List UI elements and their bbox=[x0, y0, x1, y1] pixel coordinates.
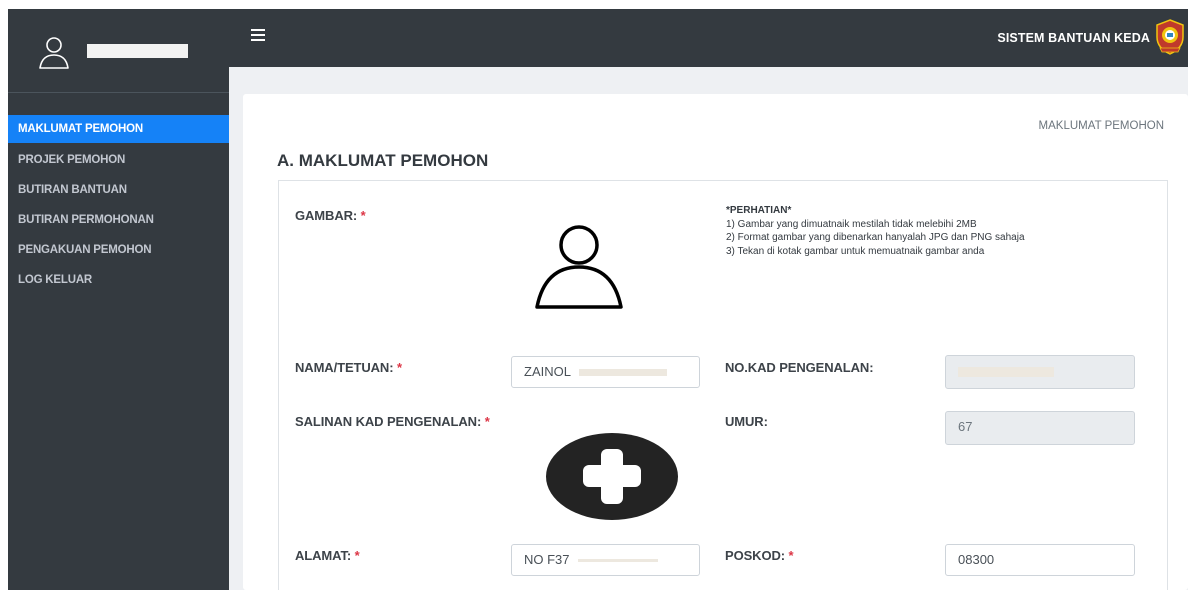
required-mark: * bbox=[360, 208, 366, 223]
sidebar-nav: MAKLUMAT PEMOHON PROJEK PEMOHON BUTIRAN … bbox=[8, 115, 229, 295]
upload-notice: *PERHATIAN* 1) Gambar yang dimuatnaik me… bbox=[726, 204, 1056, 258]
required-mark: * bbox=[484, 414, 490, 429]
app-frame: MAKLUMAT PEMOHON PROJEK PEMOHON BUTIRAN … bbox=[8, 9, 1188, 590]
notice-line-1: 1) Gambar yang dimuatnaik mestilah tidak… bbox=[726, 218, 977, 230]
nama-label: NAMA/TETUAN: * bbox=[295, 360, 402, 375]
required-mark: * bbox=[788, 548, 794, 563]
poskod-label: POSKOD: * bbox=[725, 548, 794, 563]
topbar: SISTEM BANTUAN KEDA bbox=[229, 9, 1188, 67]
nama-input[interactable]: ZAINOL bbox=[511, 356, 700, 388]
gambar-label: GAMBAR: * bbox=[295, 208, 366, 223]
sidebar-item-maklumat-pemohon[interactable]: MAKLUMAT PEMOHON bbox=[8, 115, 229, 143]
app-title: SISTEM BANTUAN KEDA bbox=[997, 31, 1150, 45]
umur-value: 67 bbox=[958, 419, 973, 434]
sidebar-item-projek-pemohon[interactable]: PROJEK PEMOHON bbox=[8, 145, 229, 175]
umur-label: UMUR: bbox=[725, 414, 768, 429]
alamat-redacted bbox=[577, 559, 658, 563]
umur-field[interactable]: 67 bbox=[945, 411, 1135, 445]
salinan-ic-label: SALINAN KAD PENGENALAN: * bbox=[295, 414, 490, 429]
photo-upload-placeholder-icon[interactable] bbox=[531, 221, 627, 309]
nama-redacted bbox=[578, 369, 667, 377]
required-mark: * bbox=[396, 360, 402, 375]
alamat-value: NO F37 bbox=[524, 552, 570, 567]
notice-title: *PERHATIAN* bbox=[726, 205, 792, 216]
alamat-label: ALAMAT: * bbox=[295, 548, 360, 563]
applicant-form: GAMBAR: * *PERHATIAN* 1) Gambar yang dim… bbox=[278, 180, 1168, 590]
sidebar-item-log-keluar[interactable]: LOG KELUAR bbox=[8, 265, 229, 295]
add-upload-icon[interactable] bbox=[546, 433, 678, 520]
ic-number-field[interactable] bbox=[945, 355, 1135, 389]
ic-number-redacted bbox=[958, 366, 1054, 377]
sidebar: MAKLUMAT PEMOHON PROJEK PEMOHON BUTIRAN … bbox=[8, 9, 229, 590]
sidebar-item-butiran-bantuan[interactable]: BUTIRAN BANTUAN bbox=[8, 175, 229, 205]
sidebar-item-butiran-permohonan[interactable]: BUTIRAN PERMOHONAN bbox=[8, 205, 229, 235]
notice-line-3: 3) Tekan di kotak gambar untuk memuatnai… bbox=[726, 245, 985, 257]
alamat-input[interactable]: NO F37 bbox=[511, 544, 700, 576]
user-outline-icon bbox=[39, 37, 69, 69]
ic-label: NO.KAD PENGENALAN: bbox=[725, 360, 874, 375]
main-content: MAKLUMAT PEMOHON A. MAKLUMAT PEMOHON GAM… bbox=[243, 94, 1188, 590]
sidebar-item-pengakuan-pemohon[interactable]: PENGAKUAN PEMOHON bbox=[8, 235, 229, 265]
poskod-value: 08300 bbox=[958, 552, 995, 567]
required-mark: * bbox=[354, 548, 360, 563]
section-title: A. MAKLUMAT PEMOHON bbox=[277, 151, 489, 170]
notice-line-2: 2) Format gambar yang dibenarkan hanyala… bbox=[726, 232, 1025, 243]
user-panel bbox=[8, 9, 229, 93]
keda-crest-icon bbox=[1156, 19, 1184, 55]
menu-toggle-icon[interactable] bbox=[251, 29, 265, 41]
poskod-input[interactable]: 08300 bbox=[945, 544, 1135, 576]
nama-value: ZAINOL bbox=[524, 364, 571, 379]
breadcrumb[interactable]: MAKLUMAT PEMOHON bbox=[1039, 120, 1164, 132]
user-name-redacted bbox=[87, 44, 188, 58]
